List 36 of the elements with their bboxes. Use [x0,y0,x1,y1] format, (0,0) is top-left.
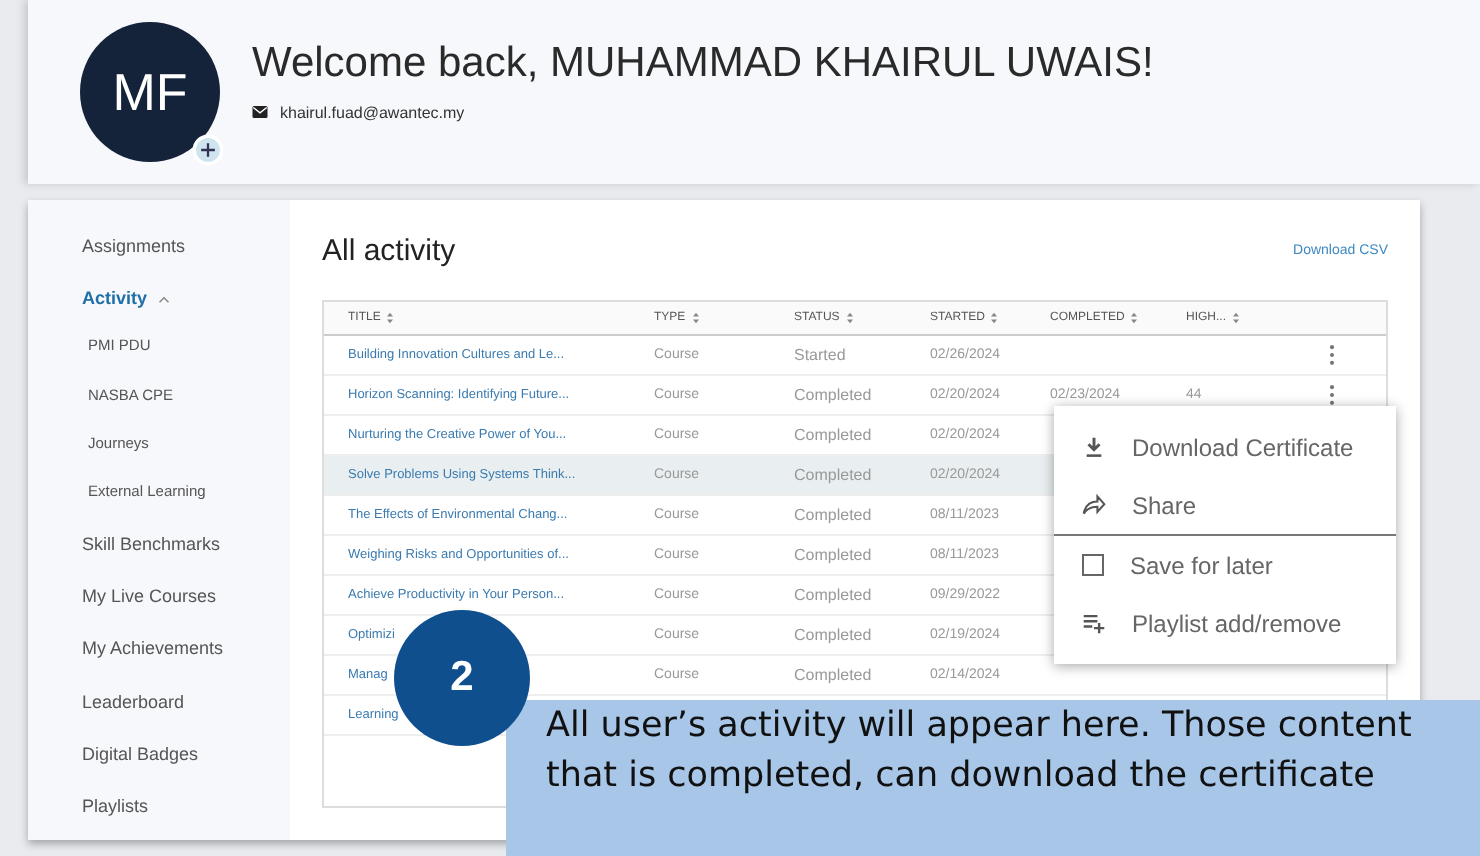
sidebar-item[interactable]: Playlists [82,787,290,840]
table-cell: Started [794,346,846,364]
table-cell: Completed [794,386,872,404]
sidebar-item[interactable]: My Achievements [82,630,290,684]
mail-icon [252,106,268,118]
table-cell: Completed [794,586,872,604]
sidebar-item[interactable]: Skill Benchmarks [82,526,290,579]
sort-icon[interactable] [386,312,395,324]
table-cell: Completed [794,626,872,644]
sort-icon[interactable] [845,312,854,324]
download-icon [1082,436,1106,458]
table-cell: Completed [794,506,872,524]
sidebar-item[interactable]: Leaderboard [82,683,290,736]
table-cell: Completed [794,466,872,484]
share-icon [1082,494,1106,516]
sort-icon[interactable] [691,312,700,324]
table-cell: Completed [794,666,872,684]
sort-icon[interactable] [1130,312,1139,324]
more-options-icon[interactable] [1327,344,1335,366]
sidebar-item[interactable]: Assignments [82,228,290,281]
sidebar-item[interactable]: My Live Courses [82,578,290,631]
table-cell: Completed [794,426,872,444]
sort-icon[interactable] [990,312,999,324]
add-photo-icon[interactable] [192,134,224,166]
sidebar-item[interactable]: Activity [82,280,290,333]
sort-icon[interactable] [1232,312,1241,324]
annotation-tooltip: All user’s activity will appear here. Those content that is completed, can download the certificate [506,700,1480,856]
section-title: All activity [322,233,456,267]
checkbox[interactable] [1082,554,1104,576]
welcome-heading: Welcome back, MUHAMMAD KHAIRUL UWAIS! [252,39,1154,87]
email-text: khairul.fuad@awantec.my [280,103,465,121]
more-options-icon[interactable] [1327,384,1335,406]
sidebar-item[interactable]: Digital Badges [82,735,290,788]
playlist-add-icon [1082,612,1106,634]
table-cell: Completed [794,546,872,564]
avatar-initials: MF [112,61,188,123]
